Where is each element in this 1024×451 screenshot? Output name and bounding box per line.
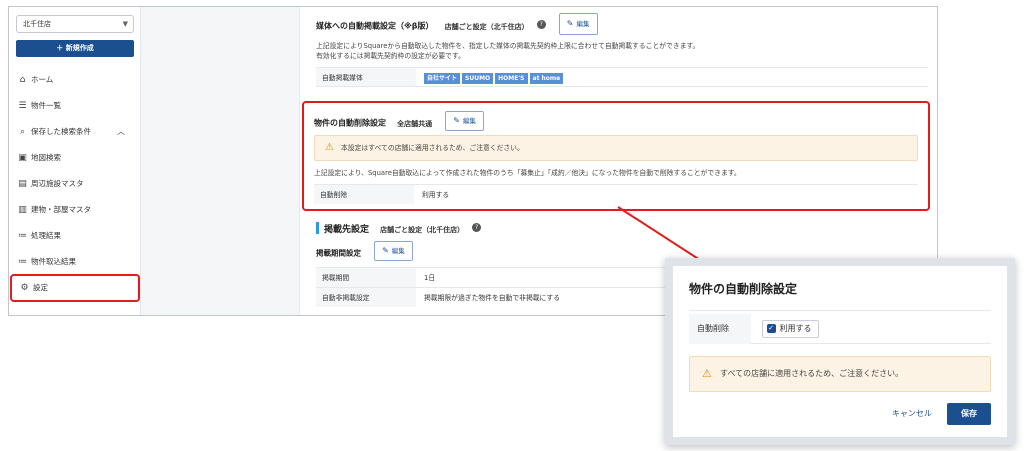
sidebar-item-building-master[interactable]: ▥ 建物・部屋マスタ <box>9 197 141 223</box>
sidebar-item-property-list[interactable]: ☰ 物件一覧 <box>9 93 141 119</box>
chevron-up-icon[interactable]: ︿ <box>117 119 125 145</box>
row-value: 掲載期限が過ぎた物件を自動で非掲載にする <box>424 294 561 302</box>
edit-label: 編集 <box>462 117 476 125</box>
sidebar-item-map-search[interactable]: ▣ 地図検索 <box>9 145 141 171</box>
media-chip: SUUMO <box>462 73 494 84</box>
modal-actions: キャンセル 保存 <box>892 403 991 425</box>
sidebar-nav: ⌂ ホーム ☰ 物件一覧 ⌕ 保存した検索条件 ︿ ▣ 地図検索 ▤ 周辺施設マ… <box>9 67 141 302</box>
sidebar-item-label: 処理結果 <box>31 231 61 240</box>
edit-button[interactable]: ✎ 編集 <box>445 111 484 131</box>
warning-icon: ⚠ <box>702 367 712 380</box>
scope-tag: 店舗ごと設定（北千住店） <box>444 22 529 31</box>
new-create-button[interactable]: ＋ 新規作成 <box>16 40 134 57</box>
media-chip: at home <box>529 73 564 84</box>
help-icon[interactable]: ? <box>472 223 482 232</box>
row-label: 掲載期間 <box>316 268 416 287</box>
edit-label: 編集 <box>576 20 590 28</box>
row-label: 自動掲載媒体 <box>316 68 416 86</box>
section-title: 掲載先設定 <box>324 225 370 235</box>
home-icon: ⌂ <box>19 75 26 85</box>
store-select[interactable]: 北千住店 ▼ <box>16 15 134 33</box>
row-value: 自社サイト SUUMO HOME'S at home <box>416 68 565 86</box>
facility-icon: ▤ <box>18 179 27 189</box>
media-chip: 自社サイト <box>424 73 461 84</box>
description: 上記設定により、Square自動取込によって作成された物件のうち「募集止」「成約… <box>314 169 741 177</box>
row-label: 自動削除 <box>689 314 751 344</box>
save-button[interactable]: 保存 <box>947 403 991 425</box>
sidebar-item-process-results[interactable]: ≔ 処理結果 <box>9 223 141 249</box>
sidebar-item-label: 建物・部屋マスタ <box>31 205 91 214</box>
chevron-down-icon: ▼ <box>122 20 128 28</box>
sidebar-item-label: 設定 <box>33 283 48 292</box>
sidebar-item-label: 物件取込結果 <box>31 257 76 266</box>
sidebar-item-settings[interactable]: ⚙ 設定 <box>10 274 140 302</box>
section-title: 物件の自動削除設定 <box>314 118 386 128</box>
warning-text: すべての店舗に適用されるため、ご注意ください。 <box>720 369 904 378</box>
section-title: 媒体への自動掲載設定（※β版） <box>316 21 434 31</box>
result-list-icon: ≔ <box>18 231 27 241</box>
media-chip: HOME'S <box>495 73 528 84</box>
edit-button[interactable]: ✎ 編集 <box>558 13 598 35</box>
map-icon: ▣ <box>18 153 27 163</box>
sidebar-item-label: 物件一覧 <box>31 101 61 110</box>
auto-delete-row: 自動削除 利用する <box>314 184 918 204</box>
list-icon: ☰ <box>18 101 27 111</box>
divider <box>689 310 991 311</box>
pencil-icon: ✎ <box>382 246 389 255</box>
import-result-icon: ≔ <box>18 257 27 267</box>
warning-banner: ⚠ すべての店舗に適用されるため、ご注意ください。 <box>689 356 991 392</box>
auto-delete-section: 物件の自動削除設定 全店舗共通 ✎ 編集 ⚠ 本設定はすべての店舗に適用されるため… <box>302 101 930 211</box>
sidebar-item-label: ホーム <box>31 75 54 84</box>
gear-icon: ⚙ <box>20 283 29 293</box>
scope-tag: 店舗ごと設定（北千住店） <box>380 226 465 234</box>
row-label: 自動削除 <box>314 185 414 204</box>
warning-banner: ⚠ 本設定はすべての店舗に適用されるため、ご注意ください。 <box>314 135 918 161</box>
description: 有効化するには掲載先契約枠の設定が必要です。 <box>316 52 465 60</box>
media-auto-listing-section: 媒体への自動掲載設定（※β版） 店舗ごと設定（北千住店） ? ✎ 編集 上記設定に… <box>316 13 928 87</box>
warning-text: 本設定はすべての店舗に適用されるため、ご注意ください。 <box>341 144 524 152</box>
row-value: 利用する <box>422 191 450 199</box>
sidebar-item-import-results[interactable]: ≔ 物件取込結果 <box>9 249 141 275</box>
building-icon: ▥ <box>18 205 27 215</box>
sidebar-item-facility-master[interactable]: ▤ 周辺施設マスタ <box>9 171 141 197</box>
row-label: 自動非掲載設定 <box>316 288 416 307</box>
checkbox-label: 利用する <box>779 323 812 333</box>
subsection-title: 掲載期間設定 <box>316 248 361 258</box>
store-select-value: 北千住店 <box>23 20 51 28</box>
auto-delete-modal: 物件の自動削除設定 自動削除 ✓ 利用する ⚠ すべての店舗に適用されるため、ご注… <box>665 258 1015 445</box>
modal-title: 物件の自動削除設定 <box>689 282 798 296</box>
use-checkbox[interactable]: ✓ 利用する <box>761 319 819 338</box>
saved-search-icon: ⌕ <box>19 127 26 137</box>
section-accent-bar <box>316 221 319 234</box>
media-row: 自動掲載媒体 自社サイト SUUMO HOME'S at home <box>316 67 928 87</box>
sidebar-item-label: 保存した検索条件 <box>31 127 91 136</box>
sidebar-item-label: 地図検索 <box>31 153 61 162</box>
pencil-icon: ✎ <box>453 116 460 125</box>
cancel-button[interactable]: キャンセル <box>892 403 932 425</box>
description: 上記設定によりSquareから自動取込した物件を、指定した媒体の掲載先契約枠上限… <box>316 42 700 50</box>
modal-auto-delete-row: 自動削除 ✓ 利用する <box>689 314 991 344</box>
help-icon[interactable]: ? <box>536 19 546 29</box>
sidebar-item-home[interactable]: ⌂ ホーム <box>9 67 141 93</box>
warning-icon: ⚠ <box>325 142 334 153</box>
sidebar-item-label: 周辺施設マスタ <box>31 179 84 188</box>
scope-tag: 全店舗共通 <box>397 119 433 128</box>
sidebar-item-saved-search[interactable]: ⌕ 保存した検索条件 ︿ <box>9 119 141 145</box>
sidebar: 北千住店 ▼ ＋ 新規作成 ⌂ ホーム ☰ 物件一覧 ⌕ 保存した検索条件 ︿ … <box>9 7 141 315</box>
edit-label: 編集 <box>391 247 405 255</box>
pencil-icon: ✎ <box>566 19 574 28</box>
row-value: 1日 <box>424 274 436 282</box>
edit-button[interactable]: ✎ 編集 <box>374 241 413 261</box>
checkmark-icon: ✓ <box>766 323 776 333</box>
